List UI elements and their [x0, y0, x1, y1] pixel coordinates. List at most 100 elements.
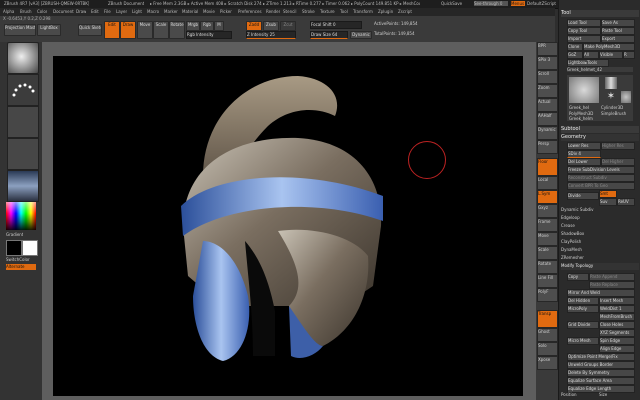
move-view-button[interactable]: Move: [537, 232, 558, 246]
modify-topology-section[interactable]: Modify Topology: [561, 263, 639, 270]
menu-transform[interactable]: Transform: [353, 9, 373, 14]
position-section[interactable]: Position: [561, 392, 591, 399]
current-tool-name[interactable]: Greek_helmet_42: [567, 67, 633, 72]
copy-button[interactable]: Copy: [567, 273, 589, 281]
secondary-color-swatch[interactable]: [22, 240, 38, 256]
menu-macro[interactable]: Macro: [147, 9, 159, 14]
polyf-button[interactable]: PolyF: [537, 288, 558, 302]
visible-button[interactable]: Visible: [599, 51, 623, 59]
switch-color-label[interactable]: SwitchColor: [6, 257, 30, 262]
shadowbox-section[interactable]: ShadowBox: [561, 231, 639, 238]
rotate-mode-button[interactable]: Rotate: [169, 21, 185, 39]
grid-divide-button[interactable]: Grid Divide: [567, 321, 599, 329]
edit-mode-button[interactable]: Edit: [104, 21, 120, 39]
local-button[interactable]: Local: [537, 176, 558, 190]
projection-master-button[interactable]: Projection Master: [4, 24, 36, 36]
scale-view-button[interactable]: Scale: [537, 246, 558, 260]
export-button[interactable]: Export: [601, 35, 635, 43]
dynamic-subdiv-section[interactable]: Dynamic Subdiv: [561, 207, 639, 214]
crease-section[interactable]: Crease: [561, 223, 639, 230]
mrgb-button[interactable]: Mrgb: [186, 21, 200, 31]
claypolish-section[interactable]: ClayPolish: [561, 239, 639, 246]
del-lower-button[interactable]: Del Lower: [567, 158, 601, 166]
rgb-intensity-slider[interactable]: Rgb Intensity: [186, 31, 232, 39]
rotate-view-button[interactable]: Rotate: [537, 260, 558, 274]
mirror-and-weld-button[interactable]: Mirror And Weld: [567, 289, 635, 297]
menu-preferences[interactable]: Preferences: [238, 9, 262, 14]
geometry-section[interactable]: Geometry: [561, 134, 639, 141]
focal-shift-slider[interactable]: Focal Shift 0: [310, 21, 362, 29]
quicksave-button[interactable]: QuickSave: [441, 1, 462, 6]
unweld-groups-button[interactable]: Unweld Groups Border: [567, 361, 635, 369]
menu-edit[interactable]: Edit: [91, 9, 99, 14]
goz-button[interactable]: GoZ: [567, 51, 583, 59]
suv-button[interactable]: Suv: [599, 198, 617, 206]
z-intensity-slider[interactable]: Z Intensity 25: [246, 31, 296, 39]
scroll-button[interactable]: Scroll: [537, 70, 558, 84]
lower-res-button[interactable]: Lower Res: [567, 142, 601, 150]
menu-picker[interactable]: Picker: [220, 9, 232, 14]
menu-stencil[interactable]: Stencil: [283, 9, 297, 14]
make-polymesh-button[interactable]: Make PolyMesh3D: [583, 43, 635, 51]
dynamic-button[interactable]: Dynamic: [350, 31, 372, 39]
scale-mode-button[interactable]: Scale: [153, 21, 169, 39]
micropoly-button[interactable]: MicroPoly: [567, 305, 599, 313]
insert-mesh-button[interactable]: Insert Mesh: [599, 297, 635, 305]
paste-append-button[interactable]: Paste Append: [589, 273, 635, 281]
size-section[interactable]: Size: [599, 392, 629, 399]
weld-dist-slider[interactable]: WeldDist 1: [599, 305, 635, 313]
menus-button[interactable]: Menus: [511, 1, 525, 6]
seethrough-slider[interactable]: See-through 0: [474, 1, 508, 6]
brush-thumbnail[interactable]: [7, 42, 39, 74]
lightbox-button[interactable]: LightBox: [37, 24, 61, 36]
menu-texture[interactable]: Texture: [320, 9, 335, 14]
default-zscript-button[interactable]: DefaultZScript: [527, 1, 557, 6]
main-color-swatch[interactable]: [6, 240, 22, 256]
mesh-from-brush-button[interactable]: MeshFromBrush: [599, 313, 635, 321]
edgeloop-section[interactable]: Edgeloop: [561, 215, 639, 222]
del-higher-button[interactable]: Del Higher: [601, 158, 635, 166]
optimize-points-button[interactable]: Optimize Point Merge/Fix: [567, 353, 635, 361]
tool-thumb-simplebrush[interactable]: [621, 91, 631, 103]
menu-document[interactable]: Document: [53, 9, 74, 14]
texture-thumbnail[interactable]: [7, 138, 39, 170]
sdiv-slider[interactable]: SDiv 4: [567, 150, 601, 158]
menu-movie[interactable]: Movie: [203, 9, 215, 14]
align-edge-button[interactable]: Align Edge: [599, 345, 635, 353]
zcut-button[interactable]: Zcut: [280, 21, 296, 31]
spin-edge-button[interactable]: Spin Edge: [599, 337, 635, 345]
floor-button[interactable]: Floor: [537, 158, 558, 176]
close-holes-button[interactable]: Close Holes: [599, 321, 635, 329]
xpose-button[interactable]: Xpose: [537, 356, 558, 370]
bpr-button[interactable]: BPR: [537, 42, 558, 56]
higher-res-button[interactable]: Higher Res: [601, 142, 635, 150]
lsym-button[interactable]: L.Sym: [537, 190, 558, 204]
alternate-button[interactable]: Alternate: [6, 264, 36, 270]
tool-thumb-greek-helmet[interactable]: [569, 77, 599, 103]
menu-marker[interactable]: Marker: [164, 9, 178, 14]
r-button[interactable]: R: [623, 51, 635, 59]
clone-button[interactable]: Clone: [567, 43, 583, 51]
all-button[interactable]: All: [583, 51, 599, 59]
zremesher-section[interactable]: ZRemesher: [561, 255, 639, 262]
menu-light[interactable]: Light: [132, 9, 142, 14]
menu-file[interactable]: File: [104, 9, 111, 14]
zadd-button[interactable]: Zadd: [246, 21, 262, 31]
xyz-segments-slider[interactable]: XYZ Segments: [599, 329, 635, 337]
frame-button[interactable]: Frame: [537, 218, 558, 232]
material-thumbnail[interactable]: [7, 170, 39, 202]
zoom-button[interactable]: Zoom: [537, 84, 558, 98]
paste-replace-button[interactable]: Paste Replace: [589, 281, 635, 289]
spix-button[interactable]: SPix 3: [537, 56, 558, 70]
menu-draw[interactable]: Draw: [76, 9, 86, 14]
equalize-surface-button[interactable]: Equalize Surface Area: [567, 377, 635, 385]
move-mode-button[interactable]: Move: [137, 21, 153, 39]
reconstruct-subdiv-button[interactable]: Reconstruct Subdiv: [567, 174, 635, 182]
stroke-thumbnail[interactable]: [7, 74, 39, 106]
del-hidden-button[interactable]: Del Hidden: [567, 297, 599, 305]
smt-button[interactable]: Smt: [599, 190, 617, 198]
quick-sketch-button[interactable]: Quick Sketch: [78, 24, 102, 36]
menu-layer[interactable]: Layer: [116, 9, 127, 14]
gxyz-button[interactable]: Gxyz: [537, 204, 558, 218]
import-button[interactable]: Import: [567, 35, 601, 43]
